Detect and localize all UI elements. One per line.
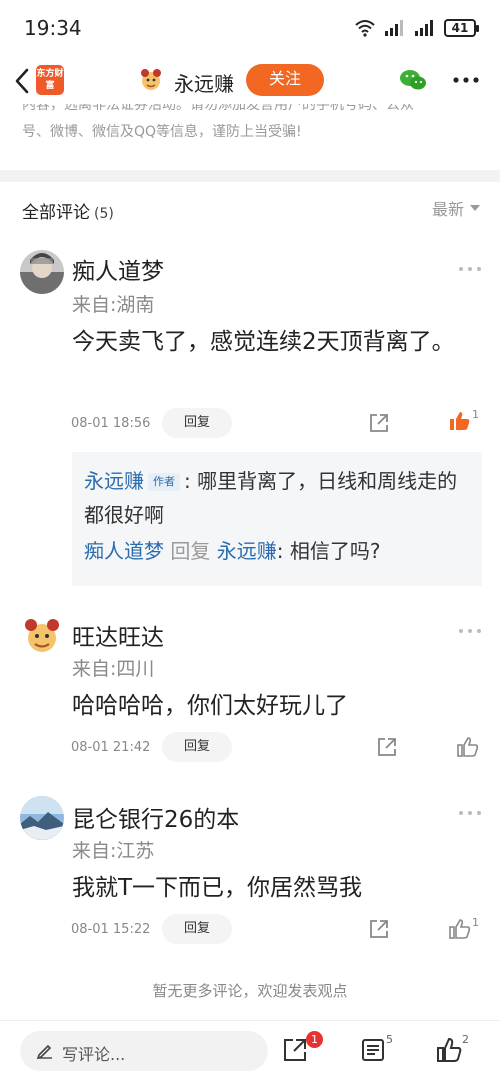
reply-author[interactable]: 痴人道梦 (84, 539, 164, 563)
reply-button[interactable]: 回复 (162, 914, 232, 944)
back-arrow-icon[interactable] (10, 66, 36, 96)
sort-label: 最新 (431, 200, 464, 219)
write-placeholder: 写评论... (62, 1045, 126, 1064)
user-avatar[interactable] (20, 250, 64, 294)
user-avatar[interactable] (20, 614, 64, 658)
reply-text: : 相信了吗? (276, 539, 381, 563)
status-bar: 19:34 41 (0, 0, 500, 58)
wifi-icon (355, 20, 375, 37)
app-logo[interactable]: 东方财富 (36, 65, 64, 95)
share-icon[interactable] (368, 412, 390, 434)
comment-item: 旺达旺达 来自:四川 哈哈哈哈，你们太好玩儿了 08-01 21:42 回复 (0, 600, 500, 780)
reply-button[interactable]: 回复 (162, 732, 232, 762)
write-comment-input[interactable]: 写评论... (20, 1031, 268, 1071)
notice-line-1: 内容，远离非法证券活动。请勿添加发言用户的手机号码、公众 (22, 104, 414, 113)
comments-title-text: 全部评论 (22, 203, 90, 223)
reply-thread: 永远赚 作者: 哪里背离了，日线和周线走的都很好啊 痴人道梦 回复 永远赚: 相信… (72, 452, 482, 586)
comment-more-icon[interactable] (458, 264, 482, 274)
user-name[interactable]: 昆仑银行26的本 (72, 800, 239, 834)
signal-icon-2 (415, 20, 433, 36)
share-icon[interactable] (282, 1037, 308, 1063)
section-divider (0, 170, 500, 182)
like-icon[interactable] (436, 1037, 462, 1063)
comments-count: (5) (94, 206, 114, 222)
status-time: 19:34 (24, 16, 82, 40)
comment-item: 痴人道梦 来自:湖南 今天卖飞了，感觉连续2天顶背离了。 08-01 18:56… (0, 232, 500, 592)
notice-line-2: 号、微博、微信及QQ等信息，谨防上当受骗! (22, 124, 302, 140)
comment-date: 08-01 21:42 (71, 740, 151, 755)
reply-line: 永远赚 作者: 哪里背离了，日线和周线走的都很好啊 (84, 464, 474, 534)
like-count: 1 (472, 408, 479, 421)
like-filled-icon[interactable] (449, 410, 471, 432)
like-total: 2 (462, 1033, 469, 1046)
share-badge: 1 (306, 1031, 323, 1048)
like-count: 1 (472, 916, 479, 929)
pencil-icon (36, 1044, 52, 1059)
signal-icon (385, 20, 403, 36)
author-name[interactable]: 永远赚 (174, 68, 234, 97)
user-location: 来自:四川 (72, 658, 155, 680)
comment-more-icon[interactable] (458, 626, 482, 636)
comment-date: 08-01 18:56 (71, 416, 151, 431)
more-icon[interactable] (452, 70, 480, 90)
reply-button[interactable]: 回复 (162, 408, 232, 438)
user-avatar[interactable] (20, 796, 64, 840)
caret-down-icon (470, 205, 480, 211)
reply-line: 痴人道梦 回复 永远赚: 相信了吗? (84, 534, 474, 568)
bottom-action-bar: 写评论... 1 5 2 (0, 1020, 500, 1079)
like-icon[interactable] (457, 736, 479, 758)
comment-count: 5 (386, 1033, 393, 1046)
comments-title: 全部评论 (5) (22, 198, 114, 223)
follow-button[interactable]: 关注 (246, 64, 324, 96)
comment-body: 今天卖飞了，感觉连续2天顶背离了。 (72, 329, 455, 355)
comment-body: 我就T一下而已，你居然骂我 (72, 875, 363, 901)
no-more-comments: 暂无更多评论，欢迎发表观点 (152, 982, 348, 1000)
user-location: 来自:江苏 (72, 840, 155, 862)
reply-target[interactable]: 永远赚 (217, 539, 277, 563)
like-icon[interactable] (449, 918, 471, 940)
reply-verb: 回复 (170, 539, 211, 563)
user-name[interactable]: 旺达旺达 (72, 618, 164, 652)
risk-notice: 内容，远离非法证券活动。请勿添加发言用户的手机号码、公众 号、微博、微信及QQ等… (22, 104, 482, 156)
status-icons: 41 (354, 16, 479, 40)
share-icon[interactable] (376, 736, 398, 758)
user-location: 来自:湖南 (72, 294, 155, 316)
comments-header: 全部评论 (5) 最新 (0, 182, 500, 232)
share-icon[interactable] (368, 918, 390, 940)
comment-body: 哈哈哈哈，你们太好玩儿了 (72, 693, 348, 719)
battery-icon: 41 (444, 19, 479, 37)
comment-list-icon[interactable] (360, 1037, 386, 1063)
author-avatar[interactable] (138, 67, 164, 93)
comment-more-icon[interactable] (458, 808, 482, 818)
comment-date: 08-01 15:22 (71, 922, 151, 937)
wechat-icon[interactable] (398, 67, 428, 93)
comment-item: 昆仑银行26的本 来自:江苏 我就T一下而已，你居然骂我 08-01 15:22… (0, 780, 500, 970)
author-tag: 作者 (148, 473, 180, 491)
user-name[interactable]: 痴人道梦 (72, 252, 164, 286)
reply-author[interactable]: 永远赚 (84, 469, 144, 493)
sort-dropdown[interactable]: 最新 (432, 196, 480, 220)
post-header: 东方财富 永远赚 关注 (0, 58, 500, 104)
